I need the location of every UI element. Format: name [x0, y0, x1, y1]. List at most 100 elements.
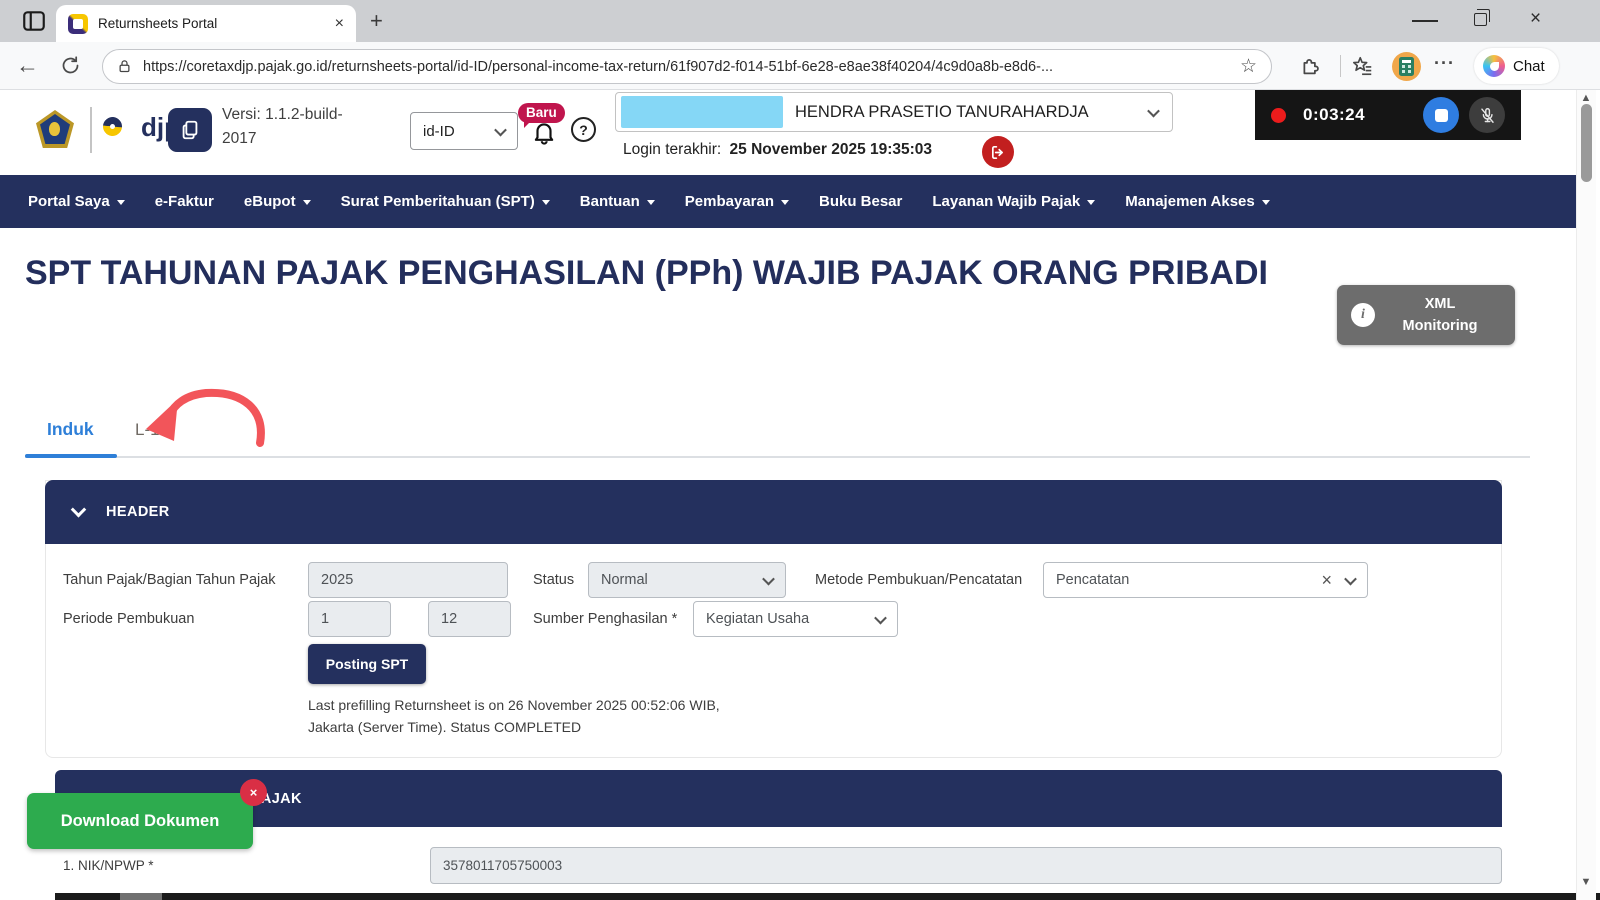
logo-divider	[90, 107, 92, 153]
language-value: id-ID	[423, 123, 455, 140]
nav-spt[interactable]: Surat Pemberitahuan (SPT)	[341, 193, 550, 210]
copilot-icon	[1483, 55, 1505, 77]
clear-icon[interactable]: ×	[1321, 570, 1332, 591]
tab-close-icon[interactable]: ×	[335, 15, 344, 33]
stop-icon	[1435, 109, 1448, 122]
prefill-status-line1: Last prefilling Returnsheet is on 26 Nov…	[308, 697, 720, 713]
status-select[interactable]: Normal	[588, 562, 786, 598]
scrollbar-down-arrow[interactable]: ▼	[1576, 876, 1596, 888]
download-dokumen-button[interactable]: Download Dokumen	[27, 793, 253, 849]
close-badge-icon[interactable]: ×	[240, 779, 267, 806]
help-icon[interactable]: ?	[571, 117, 596, 142]
nav-pembayaran[interactable]: Pembayaran	[685, 193, 789, 210]
window-minimize-button[interactable]	[1412, 20, 1438, 22]
bottom-scrollbar-track[interactable]	[55, 893, 1600, 900]
header-section-title: HEADER	[106, 504, 170, 520]
screen: Returnsheets Portal × + × ← https://core…	[0, 0, 1600, 900]
hand-drawn-arrow-annotation	[138, 383, 278, 453]
url-text: https://coretaxdjp.pajak.go.id/returnshe…	[143, 59, 1230, 75]
tahun-pajak-label: Tahun Pajak/Bagian Tahun Pajak	[63, 572, 276, 588]
caret-down-icon	[781, 200, 789, 205]
version-info: Versi: 1.1.2-build-2017	[222, 103, 358, 151]
extensions-icon[interactable]	[1300, 55, 1321, 76]
user-name: HENDRA PRASETIO TANURAHARDJA	[795, 103, 1141, 122]
prefill-status-line2: Jakarta (Server Time). Status COMPLETED	[308, 719, 581, 735]
chevron-down-icon	[1344, 572, 1357, 585]
last-login-label: Login terakhir:	[623, 141, 721, 158]
nav-layanan-wajib-pajak[interactable]: Layanan Wajib Pajak	[932, 193, 1095, 210]
caret-down-icon	[542, 200, 550, 205]
nav-portal-saya[interactable]: Portal Saya	[28, 193, 125, 210]
caret-down-icon	[117, 200, 125, 205]
nav-e-faktur[interactable]: e-Faktur	[155, 193, 214, 210]
caret-down-icon	[647, 200, 655, 205]
window-restore-button[interactable]	[1474, 13, 1487, 26]
posting-spt-button[interactable]: Posting SPT	[308, 644, 426, 684]
new-feature-badge: Baru	[518, 103, 565, 123]
identitas-section-bar[interactable]: IDENTITAS WAJIB PAJAK	[55, 770, 1502, 827]
calculator-extension-icon[interactable]	[1392, 52, 1421, 81]
calculator-glyph	[1399, 57, 1414, 76]
metode-select[interactable]: Pencatatan ×	[1043, 562, 1368, 598]
mic-muted-button[interactable]	[1469, 97, 1505, 133]
scrollbar-track[interactable]	[1576, 90, 1596, 900]
coretax-favicon	[68, 14, 88, 34]
recording-indicator-dot	[1271, 108, 1286, 123]
xml-monitoring-label: XML Monitoring	[1375, 293, 1505, 338]
sumber-penghasilan-label: Sumber Penghasilan *	[533, 611, 677, 627]
last-login-time: 25 November 2025 19:35:03	[730, 141, 933, 158]
bottom-scrollbar-thumb[interactable]	[120, 893, 162, 900]
refresh-button[interactable]	[60, 55, 81, 76]
returnsheets-app-icon[interactable]	[168, 108, 212, 152]
browser-menu-icon[interactable]: ···	[1434, 53, 1455, 74]
window-close-button[interactable]: ×	[1530, 8, 1541, 30]
nav-bantuan[interactable]: Bantuan	[580, 193, 655, 210]
chevron-down-icon	[71, 501, 87, 517]
recording-timer: 0:03:24	[1303, 105, 1365, 125]
caret-down-icon	[303, 200, 311, 205]
info-icon: i	[1351, 303, 1375, 327]
chevron-down-icon	[1147, 104, 1160, 117]
new-tab-button[interactable]: +	[370, 8, 383, 34]
lock-icon	[117, 59, 132, 74]
active-tab-underline	[25, 454, 117, 458]
page-title: SPT TAHUNAN PAJAK PENGHASILAN (PPh) WAJI…	[25, 249, 1285, 298]
address-bar[interactable]: https://coretaxdjp.pajak.go.id/returnshe…	[102, 49, 1272, 84]
nik-npwp-input[interactable]: 3578011705750003	[430, 847, 1502, 884]
language-select[interactable]: id-ID	[410, 112, 518, 150]
tab-list-icon[interactable]	[20, 7, 48, 35]
nav-buku-besar[interactable]: Buku Besar	[819, 193, 902, 210]
kemenkeu-logo-emblem	[49, 122, 60, 136]
xml-monitoring-button[interactable]: i XML Monitoring	[1337, 285, 1515, 345]
bookmark-star-icon[interactable]: ☆	[1240, 55, 1257, 78]
chevron-down-icon	[874, 611, 887, 624]
user-account-dropdown[interactable]: HENDRA PRASETIO TANURAHARDJA	[615, 92, 1173, 132]
tab-induk[interactable]: Induk	[47, 419, 94, 440]
chevron-down-icon	[762, 572, 775, 585]
periode-to-input[interactable]: 12	[428, 601, 511, 637]
scrollbar-thumb[interactable]	[1581, 104, 1592, 182]
tahun-pajak-input[interactable]: 2025	[308, 562, 508, 598]
back-button[interactable]: ←	[16, 52, 39, 79]
metode-label: Metode Pembukuan/Pencatatan	[815, 572, 1022, 588]
version-label: Versi:	[222, 106, 261, 123]
copilot-chat-button[interactable]: Chat	[1474, 48, 1559, 84]
header-section-bar[interactable]: HEADER	[45, 480, 1502, 544]
caret-down-icon	[1087, 200, 1095, 205]
favorites-icon[interactable]	[1352, 55, 1374, 77]
scrollbar-up-arrow[interactable]: ▲	[1576, 92, 1596, 104]
periode-label: Periode Pembukuan	[63, 611, 194, 627]
last-login-info: Login terakhir: 25 November 2025 19:35:0…	[623, 141, 932, 159]
stop-recording-button[interactable]	[1423, 97, 1459, 133]
chevron-down-icon	[494, 123, 507, 136]
nav-ebupot[interactable]: eBupot	[244, 193, 311, 210]
caret-down-icon	[1262, 200, 1270, 205]
nik-npwp-label: 1. NIK/NPWP *	[63, 858, 154, 873]
logout-button[interactable]	[982, 136, 1014, 168]
sumber-penghasilan-select[interactable]: Kegiatan Usaha	[693, 601, 898, 637]
browser-tab[interactable]: Returnsheets Portal ×	[56, 5, 356, 42]
nav-manajemen-akses[interactable]: Manajemen Akses	[1125, 193, 1270, 210]
periode-from-input[interactable]: 1	[308, 601, 391, 637]
portal-navbar: Portal Saya e-Faktur eBupot Surat Pember…	[0, 175, 1576, 228]
toolbar-divider	[1340, 55, 1341, 77]
